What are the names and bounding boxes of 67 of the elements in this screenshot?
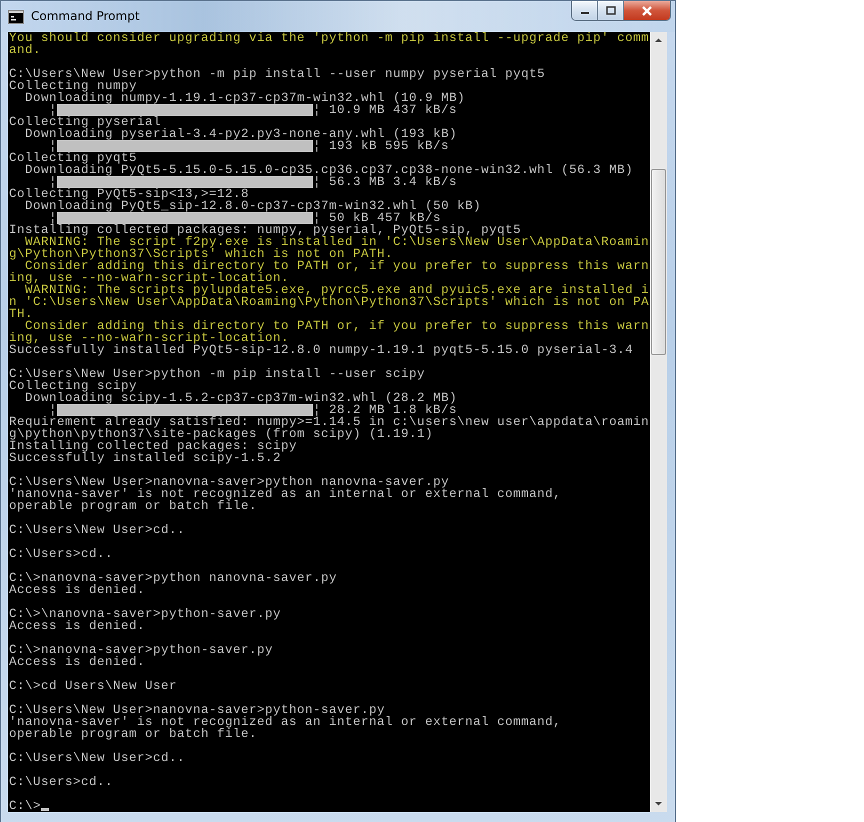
console-line: Downloading PyQt5-5.15.0-5.15.0-cp35.cp36.cp37.cp38-none-win32.whl (56.3 MB)	[25, 164, 634, 176]
console-line: Collecting pyqt5	[9, 152, 138, 164]
console-line: and.	[9, 44, 42, 56]
console-line: C:\Users\New User>python -m pip install --user numpy pyserial pyqt5	[9, 68, 546, 80]
scroll-thumb[interactable]	[651, 169, 666, 355]
maximize-button[interactable]	[598, 1, 624, 20]
console-line: C:\>nanovna-saver>python-saver.py	[9, 644, 274, 656]
console-line: ¦ 50 kB 457 kB/s	[313, 212, 442, 224]
console-line: ¦	[49, 212, 58, 224]
console-line: n 'C:\Users\New User\AppData\Roaming\Python\Python37\Scripts' which is not on PA	[9, 296, 650, 308]
console-line: 'nanovna-saver' is not recognized as an internal or external command,	[9, 488, 562, 500]
console-line: Requirement already satisfied: numpy>=1.14.5 in c:\users\new user\appdata\roamin	[9, 416, 650, 428]
cursor-icon	[41, 808, 50, 811]
console-line: Collecting pyserial	[9, 116, 162, 128]
console-line: C:\Users\New User>nanovna-saver>python-saver.py	[9, 704, 386, 716]
console-line: Collecting PyQt5-sip<13,>=12.8	[9, 188, 250, 200]
console-line: C:\>cd Users\New User	[9, 680, 178, 692]
console-line: Successfully installed PyQt5-sip-12.8.0 numpy-1.19.1 pyqt5-5.15.0 pyserial-3.4	[9, 344, 634, 356]
console-line: Downloading PyQt5_sip-12.8.0-cp37-cp37m-win32.whl (50 kB)	[25, 200, 482, 212]
console-line: Access is denied.	[9, 656, 146, 668]
console-line: Downloading numpy-1.19.1-cp37-cp37m-win32.whl (10.9 MB)	[25, 92, 466, 104]
console-line: g\Python\Python37\Scripts' which is not on PATH.	[9, 248, 394, 260]
console-line: C:\>	[9, 800, 42, 812]
console-line: TH.	[9, 308, 34, 320]
console-line: WARNING: The scripts pylupdate5.exe, pyrcc5.exe and pyuic5.exe are installed i	[25, 284, 650, 296]
console-line: Consider adding this directory to PATH or, if you prefer to suppress this warn	[25, 260, 650, 272]
console-line: ¦ 193 kB 595 kB/s	[313, 140, 450, 152]
console-line: 'nanovna-saver' is not recognized as an internal or external command,	[9, 716, 562, 728]
console-line: C:\Users>cd..	[9, 776, 114, 788]
console-line: C:\>nanovna-saver>python nanovna-saver.py	[9, 572, 338, 584]
console-line: Installing collected packages: numpy, pyserial, PyQt5-sip, pyqt5	[9, 224, 522, 236]
console-line: C:\Users\New User>python -m pip install --user scipy	[9, 368, 426, 380]
console-line: Downloading pyserial-3.4-py2.py3-none-any.whl (193 kB)	[25, 128, 458, 140]
console-line: Access is denied.	[9, 620, 146, 632]
console-line: C:\Users\New User>cd..	[9, 524, 186, 536]
console-line: Consider adding this directory to PATH or, if you prefer to suppress this warn	[25, 320, 650, 332]
console-line: ¦	[49, 140, 58, 152]
console-line: Access is denied.	[9, 584, 146, 596]
console-line: ¦	[49, 176, 58, 188]
console-line: Installing collected packages: scipy	[9, 440, 298, 452]
console-line: C:\>\nanovna-saver>python-saver.py	[9, 608, 282, 620]
console-line: You should consider upgrading via the 'python -m pip install --upgrade pip' comm	[9, 32, 650, 44]
console-line: ing, use --no-warn-script-location.	[9, 272, 290, 284]
close-icon	[641, 6, 653, 16]
console-line: Successfully installed scipy-1.5.2	[9, 452, 282, 464]
console-line: ¦ 56.3 MB 3.4 kB/s	[313, 176, 458, 188]
console-icon	[8, 10, 24, 24]
console-line: Collecting scipy	[9, 380, 138, 392]
console-line: ¦	[49, 104, 58, 116]
console-line: operable program or batch file.	[9, 500, 258, 512]
window-title: Command Prompt	[31, 9, 140, 23]
console-line: WARNING: The script f2py.exe is installed in 'C:\Users\New User\AppData\Roamin	[25, 236, 650, 248]
close-button[interactable]	[624, 1, 670, 20]
console-line: operable program or batch file.	[9, 728, 258, 740]
console-line: Downloading scipy-1.5.2-cp37-cp37m-win32.whl (28.2 MB)	[25, 392, 458, 404]
console-line: ¦ 10.9 MB 437 kB/s	[313, 104, 458, 116]
maximize-icon	[606, 6, 616, 15]
console-line: C:\Users\New User>cd..	[9, 752, 186, 764]
console-line: C:\Users\New User>nanovna-saver>python nanovna-saver.py	[9, 476, 450, 488]
console-line: ing, use --no-warn-script-location.	[9, 332, 290, 344]
console-line: ¦	[49, 404, 58, 416]
console-line: g\python\python37\site-packages (from scipy) (1.19.1)	[9, 428, 434, 440]
console-line: C:\Users>cd..	[9, 548, 114, 560]
minimize-button[interactable]	[572, 1, 598, 20]
console-line: ¦ 28.2 MB 1.8 kB/s	[313, 404, 458, 416]
scrollbar[interactable]	[650, 32, 667, 812]
console-line: Collecting numpy	[9, 80, 138, 92]
